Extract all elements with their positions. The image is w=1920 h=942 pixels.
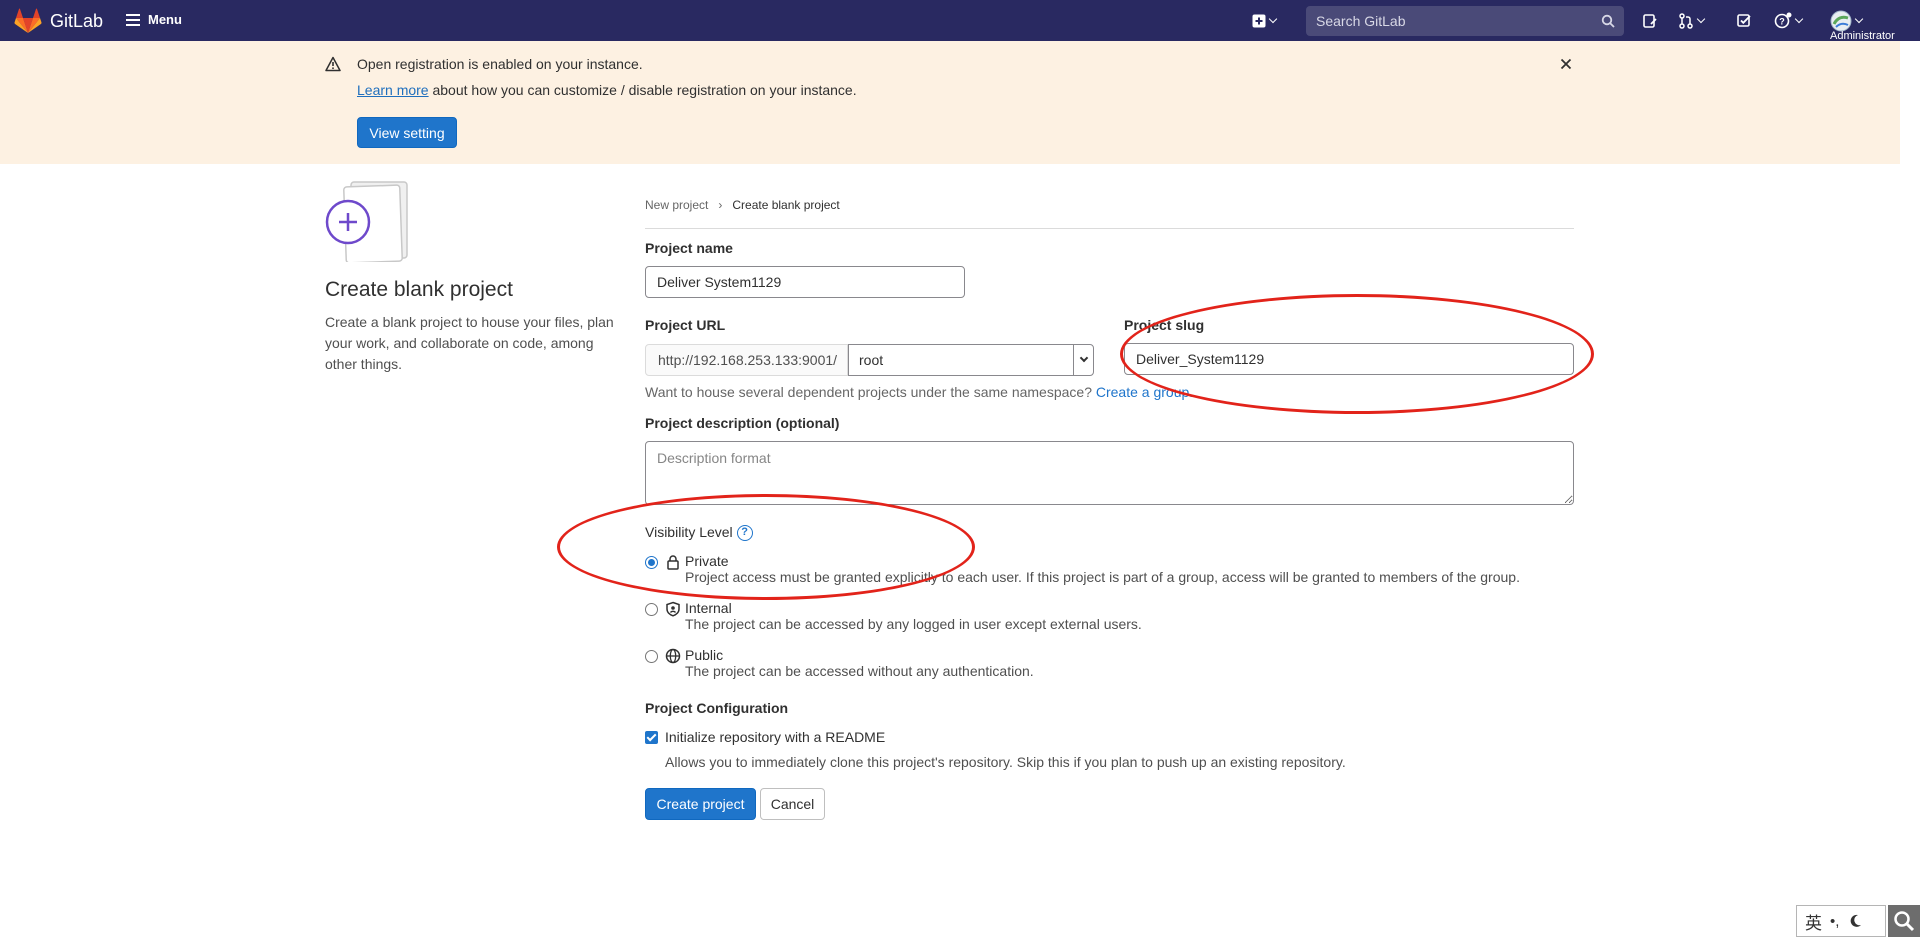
namespace-select[interactable]: root	[848, 344, 1094, 376]
warning-icon	[325, 56, 341, 72]
help-dropdown-button[interactable]: ?	[1774, 11, 1804, 31]
view-setting-button[interactable]: View setting	[357, 117, 457, 148]
banner-title: Open registration is enabled on your ins…	[357, 56, 643, 72]
gitlab-logo-icon	[14, 8, 42, 33]
ime-punctuation-icon: •,	[1830, 912, 1840, 930]
issues-icon	[1643, 14, 1657, 28]
merge-requests-button[interactable]	[1678, 11, 1706, 31]
project-url-label-text: Project URL	[645, 317, 726, 333]
chevron-down-icon	[1073, 345, 1093, 375]
plus-square-icon	[1252, 14, 1266, 28]
search-icon	[1894, 911, 1915, 932]
description-label: Project description (optional)	[645, 415, 840, 431]
issues-button[interactable]	[1642, 11, 1658, 31]
visibility-name: Public	[685, 647, 724, 663]
avatar	[1830, 10, 1852, 32]
registration-banner: Open registration is enabled on your ins…	[0, 41, 1900, 164]
cancel-button[interactable]: Cancel	[760, 788, 825, 820]
help-icon: ?	[1774, 12, 1792, 29]
project-slug-label: Project slug	[1124, 317, 1205, 333]
gitlab-home-link[interactable]: GitLab	[14, 8, 103, 34]
search-icon	[1601, 14, 1615, 28]
project-slug-input[interactable]	[1124, 343, 1574, 375]
project-name-label: Project name	[645, 240, 733, 256]
readme-checkbox[interactable]	[645, 731, 658, 744]
chevron-down-icon	[1696, 14, 1706, 24]
ime-toolbar[interactable]: 英 •,	[1796, 905, 1886, 937]
breadcrumb-separator: ›	[718, 198, 723, 212]
visibility-name: Internal	[685, 600, 732, 616]
description-textarea[interactable]	[645, 441, 1574, 505]
visibility-description: The project can be accessed by any logge…	[685, 616, 1142, 632]
blank-project-illustration	[325, 181, 408, 262]
visibility-label: Visibility Level	[645, 524, 733, 540]
globe-icon	[665, 648, 681, 664]
moon-icon	[1851, 914, 1862, 927]
readme-help: Allows you to immediately clone this pro…	[665, 754, 1346, 770]
group-help-text: Want to house several dependent projects…	[645, 384, 1193, 400]
breadcrumb-new-project[interactable]: New project	[645, 198, 708, 212]
learn-more-link[interactable]: Learn more	[357, 82, 429, 98]
visibility-radio-public[interactable]	[645, 650, 658, 663]
close-icon[interactable]	[1558, 56, 1574, 72]
visibility-radio-private[interactable]	[645, 556, 658, 569]
readme-label: Initialize repository with a README	[665, 729, 886, 745]
project-configuration-label: Project Configuration	[645, 700, 789, 716]
chevron-down-icon	[1794, 14, 1804, 24]
merge-request-icon	[1679, 13, 1693, 29]
shield-icon	[666, 601, 680, 617]
chevron-down-icon	[1268, 14, 1278, 24]
breadcrumb-current: Create blank project	[732, 198, 840, 212]
banner-text: Learn more about how you can customize /…	[357, 82, 857, 98]
visibility-radio-internal[interactable]	[645, 603, 658, 616]
todos-button[interactable]	[1736, 11, 1752, 31]
url-prefix: http://192.168.253.133:9001/	[645, 344, 848, 376]
hamburger-icon	[126, 13, 140, 26]
todo-check-icon	[1737, 14, 1751, 27]
group-help-label: Want to house several dependent projects…	[645, 384, 1096, 400]
new-dropdown-button[interactable]	[1252, 11, 1278, 31]
help-icon[interactable]: ?	[736, 525, 753, 542]
namespace-value: root	[859, 352, 884, 368]
lock-icon	[667, 555, 679, 570]
menu-label: Menu	[148, 12, 182, 27]
brand-name: GitLab	[50, 10, 104, 31]
create-project-button[interactable]: Create project	[645, 788, 756, 820]
divider	[645, 228, 1574, 229]
top-navbar: GitLab Menu ? Administrator	[0, 0, 1920, 42]
visibility-description: The project can be accessed without any …	[685, 663, 1034, 679]
svg-text:?: ?	[1779, 17, 1785, 27]
project-url-label: Project URL	[645, 317, 725, 333]
project-name-input[interactable]	[645, 266, 965, 298]
visibility-heading: Visibility Level?	[645, 524, 753, 542]
ime-language-label: 英	[1805, 913, 1822, 933]
search-input[interactable]	[1316, 13, 1596, 29]
create-group-link[interactable]: Create a group.	[1096, 384, 1193, 400]
page-description: Create a blank project to house your fil…	[325, 314, 614, 372]
user-menu-button[interactable]	[1830, 10, 1864, 32]
page-title: Create blank project	[325, 278, 513, 301]
visibility-name: Private	[685, 553, 729, 569]
chevron-down-icon	[1854, 14, 1864, 24]
breadcrumb: New project › Create blank project	[645, 198, 840, 212]
search-box[interactable]	[1306, 6, 1624, 36]
menu-button[interactable]: Menu	[126, 12, 182, 27]
ime-search-button[interactable]	[1888, 905, 1920, 937]
banner-text-suffix: about how you can customize / disable re…	[428, 82, 857, 98]
visibility-description: Project access must be granted explicitl…	[685, 569, 1520, 585]
